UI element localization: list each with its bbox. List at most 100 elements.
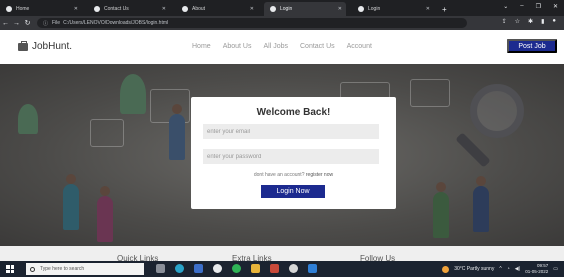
tab-title: Login <box>368 6 381 12</box>
clock-date: 01-05-2022 <box>525 269 549 274</box>
profile-icon[interactable]: ● <box>552 18 556 25</box>
info-icon[interactable]: ⓘ <box>43 20 48 27</box>
tab-title: Home <box>16 6 30 12</box>
vscode-icon[interactable] <box>308 264 317 273</box>
nav-all-jobs[interactable]: All Jobs <box>263 43 288 50</box>
extensions-icon[interactable]: ✱ <box>528 18 533 25</box>
close-tab-icon[interactable]: ✕ <box>74 6 78 12</box>
logo-text: JobHunt. <box>32 41 73 52</box>
clock[interactable]: 09:57 01-05-2022 <box>525 263 548 275</box>
tab-favicon-icon <box>6 6 12 12</box>
chrome-icon[interactable] <box>213 264 222 273</box>
browser-tab-home[interactable]: Home ✕ <box>0 2 82 16</box>
new-tab-button[interactable]: + <box>442 5 447 14</box>
profile-card-illustration <box>410 79 450 107</box>
nav-about-us[interactable]: About Us <box>223 43 252 50</box>
no-account-text: dont have an account? <box>253 172 305 178</box>
store-icon[interactable] <box>194 264 203 273</box>
register-link[interactable]: register now <box>306 172 333 178</box>
person-head-illustration <box>476 176 486 186</box>
chrome-icon[interactable] <box>289 264 298 273</box>
browser-tab-login[interactable]: Login ✕ <box>352 2 434 16</box>
site-header: JobHunt. Home About Us All Jobs Contact … <box>0 30 564 64</box>
browser-tab-strip: Home ✕ Contact Us ✕ About ✕ Login ✕ Logi… <box>0 0 564 16</box>
tab-favicon-icon <box>94 6 100 12</box>
post-job-button[interactable]: Post Job <box>507 39 557 53</box>
url-scheme-label: File <box>52 20 61 26</box>
nav-home[interactable]: Home <box>192 43 211 50</box>
person-illustration <box>63 184 79 230</box>
nav-account[interactable]: Account <box>347 43 372 50</box>
os-taskbar: Type here to search 30°C Partly sunny ^ … <box>0 261 564 277</box>
person-head-illustration <box>436 182 446 192</box>
password-field[interactable] <box>203 149 379 164</box>
task-view-icon[interactable] <box>156 264 165 273</box>
close-tab-icon[interactable]: ✕ <box>338 6 342 12</box>
close-window-icon[interactable]: ✕ <box>553 3 558 10</box>
close-tab-icon[interactable]: ✕ <box>426 6 430 12</box>
weather-icon <box>442 265 450 273</box>
person-illustration <box>97 196 113 242</box>
volume-icon[interactable]: ◀) <box>515 266 521 272</box>
briefcase-icon <box>18 40 28 51</box>
star-icon[interactable]: ☆ <box>515 18 520 25</box>
close-tab-icon[interactable]: ✕ <box>250 6 254 12</box>
browser-extension-icons: ⇪ ☆ ✱ ▮ ● <box>502 18 556 25</box>
register-prompt: dont have an account? register now <box>191 172 396 178</box>
taskbar-search-placeholder: Type here to search <box>40 266 85 272</box>
address-bar[interactable]: ⓘ File C:/Users/LENOVO/Downloads/JOBS/lo… <box>37 18 467 28</box>
windows-start-icon[interactable] <box>6 265 14 273</box>
person-illustration <box>169 114 185 160</box>
reload-icon[interactable]: ↻ <box>22 19 33 27</box>
system-tray: 30°C Partly sunny ^ ◔ ◀) 09:57 01-05-202… <box>442 263 558 275</box>
person-head-illustration <box>100 186 110 196</box>
browser-tab-contact[interactable]: Contact Us ✕ <box>88 2 170 16</box>
tab-favicon-icon <box>182 6 188 12</box>
login-form: Welcome Back! dont have an account? regi… <box>191 97 396 209</box>
taskbar-search-input[interactable]: Type here to search <box>26 263 144 275</box>
forward-arrow-icon[interactable]: → <box>11 20 22 27</box>
share-icon[interactable]: ⇪ <box>502 18 507 25</box>
tab-title: About <box>192 6 206 12</box>
magnifying-glass-handle-illustration <box>455 132 491 168</box>
url-text[interactable]: C:/Users/LENOVO/Downloads/JOBS/login.htm… <box>63 20 168 26</box>
plant-illustration <box>18 104 38 134</box>
chevron-down-icon[interactable]: ⌄ <box>503 3 508 10</box>
login-title: Welcome Back! <box>256 107 331 118</box>
tab-title: Contact Us <box>104 6 129 12</box>
file-explorer-icon[interactable] <box>251 264 260 273</box>
window-controls: ⌄ – ❐ ✕ <box>503 3 558 10</box>
tab-favicon-icon <box>270 6 276 12</box>
browser-tab-about[interactable]: About ✕ <box>176 2 258 16</box>
edge-icon[interactable] <box>175 264 184 273</box>
magnifying-glass-illustration <box>470 84 524 138</box>
site-logo[interactable]: JobHunt. <box>18 40 73 52</box>
app-icon[interactable] <box>270 264 279 273</box>
maximize-icon[interactable]: ❐ <box>536 3 541 10</box>
network-icon[interactable]: ◔ <box>507 266 510 272</box>
profile-card-illustration <box>90 119 124 147</box>
back-arrow-icon[interactable]: ← <box>0 20 11 27</box>
search-icon <box>30 266 35 272</box>
main-nav: Home About Us All Jobs Contact Us Accoun… <box>192 43 372 50</box>
browser-toolbar: ← → ↻ ⓘ File C:/Users/LENOVO/Downloads/J… <box>0 16 564 30</box>
person-head-illustration <box>66 174 76 184</box>
weather-text[interactable]: 30°C Partly sunny <box>454 266 494 272</box>
nav-contact-us[interactable]: Contact Us <box>300 43 335 50</box>
whatsapp-icon[interactable] <box>232 264 241 273</box>
tab-title: Login <box>280 6 293 12</box>
taskbar-apps <box>156 264 317 273</box>
tab-favicon-icon <box>358 6 364 12</box>
chevron-up-icon[interactable]: ^ <box>499 266 501 272</box>
login-button[interactable]: Login Now <box>261 185 325 198</box>
minimize-icon[interactable]: – <box>520 3 523 10</box>
browser-tab-login-active[interactable]: Login ✕ <box>264 2 346 16</box>
person-illustration <box>433 192 449 238</box>
person-head-illustration <box>172 104 182 114</box>
notifications-icon[interactable]: ▭ <box>553 266 558 272</box>
site-footer: Quick Links Extra Links Follow Us <box>0 246 564 263</box>
person-illustration <box>473 186 489 232</box>
email-field[interactable] <box>203 124 379 139</box>
sidebar-icon[interactable]: ▮ <box>541 18 544 25</box>
close-tab-icon[interactable]: ✕ <box>162 6 166 12</box>
